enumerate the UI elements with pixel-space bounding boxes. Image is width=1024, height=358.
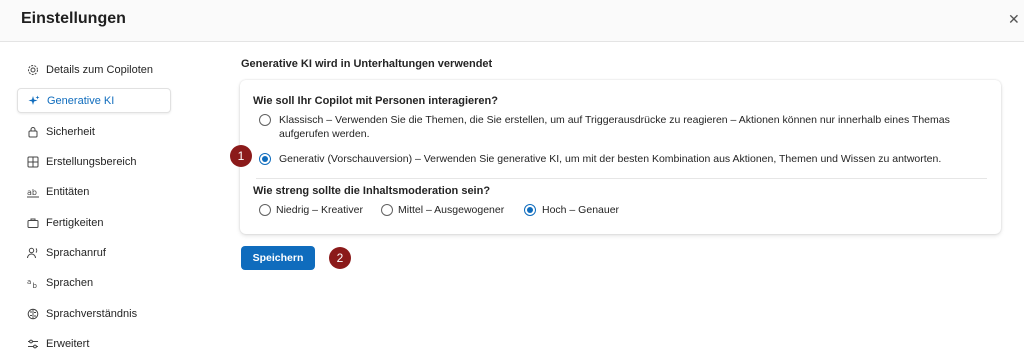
radio-niedrig[interactable] (259, 204, 271, 216)
sidebar-item-label: Erweitert (46, 337, 90, 350)
sidebar: Details zum Copiloten Generative KI Sich… (0, 42, 220, 358)
brain-icon (26, 307, 40, 321)
sidebar-item-details[interactable]: Details zum Copiloten (17, 57, 171, 82)
moderation-question: Wie streng sollte die Inhaltsmoderation … (253, 185, 491, 197)
text-ab-icon: ab (26, 185, 40, 199)
sidebar-item-sicherheit[interactable]: Sicherheit (17, 119, 171, 144)
grid-icon (26, 155, 40, 169)
svg-text:a: a (27, 278, 31, 286)
sidebar-item-label: Entitäten (46, 185, 90, 198)
sparkle-icon (27, 94, 41, 108)
svg-text:ab: ab (27, 188, 37, 197)
sidebar-item-label: Sprachen (46, 276, 94, 289)
option-klassisch-line2: aufgerufen werden. (279, 128, 370, 140)
sidebar-item-generative-ki[interactable]: Generative KI (17, 88, 171, 113)
briefcase-icon (26, 216, 40, 230)
translate-icon: ab (26, 276, 40, 290)
option-mittel-label: Mittel – Ausgewogener (398, 204, 505, 216)
page-title: Einstellungen (21, 10, 126, 27)
person-voice-icon (26, 246, 40, 260)
sidebar-item-sprachen[interactable]: ab Sprachen (17, 270, 171, 295)
sidebar-item-label: Sicherheit (46, 125, 95, 138)
sidebar-item-label: Fertigkeiten (46, 216, 104, 229)
gear-icon (26, 63, 40, 77)
svg-text:b: b (33, 282, 38, 289)
section-heading: Generative KI wird in Unterhaltungen ver… (241, 58, 493, 70)
lock-icon (26, 125, 40, 139)
settings-card: Wie soll Ihr Copilot mit Personen intera… (240, 80, 1001, 234)
option-niedrig-label: Niedrig – Kreativer (276, 204, 363, 216)
sidebar-item-label: Details zum Copiloten (46, 63, 153, 76)
close-icon[interactable]: ✕ (1008, 11, 1020, 28)
sidebar-item-label: Sprachanruf (46, 246, 106, 259)
option-klassisch-line1: Klassisch – Verwenden Sie die Themen, di… (279, 114, 950, 126)
save-button[interactable]: Speichern (241, 246, 315, 270)
sidebar-item-erstellungsbereich[interactable]: Erstellungsbereich (17, 149, 171, 174)
radio-hoch[interactable] (524, 204, 536, 216)
option-klassisch-label: Klassisch – Verwenden Sie die Themen, di… (279, 113, 979, 141)
sidebar-item-label: Sprachverständnis (46, 307, 138, 320)
radio-generativ[interactable] (259, 153, 271, 165)
title-bar: Einstellungen ✕ (0, 0, 1024, 42)
sidebar-item-label: Erstellungsbereich (46, 155, 137, 168)
sidebar-item-erweitert[interactable]: Erweitert (17, 331, 171, 356)
sliders-icon (26, 337, 40, 351)
sidebar-item-entitaeten[interactable]: ab Entitäten (17, 179, 171, 204)
step-badge-2: 2 (329, 247, 351, 269)
divider (256, 178, 987, 179)
radio-klassisch[interactable] (259, 114, 271, 126)
option-generativ-label: Generativ (Vorschauversion) – Verwenden … (279, 153, 942, 165)
option-hoch-label: Hoch – Genauer (542, 204, 620, 216)
step-badge-1: 1 (230, 145, 252, 167)
sidebar-item-sprachanruf[interactable]: Sprachanruf (17, 240, 171, 265)
interaction-question: Wie soll Ihr Copilot mit Personen intera… (253, 95, 498, 107)
sidebar-item-fertigkeiten[interactable]: Fertigkeiten (17, 210, 171, 235)
sidebar-item-sprachverstaendnis[interactable]: Sprachverständnis (17, 301, 171, 326)
sidebar-item-label: Generative KI (47, 94, 115, 107)
radio-mittel[interactable] (381, 204, 393, 216)
